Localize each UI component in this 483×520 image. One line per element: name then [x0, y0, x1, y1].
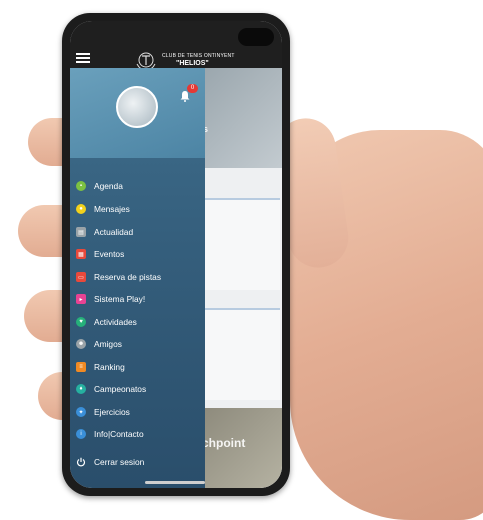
menu-item-label: Cerrar sesion: [94, 457, 145, 467]
menu-item-mensajes[interactable]: ● Mensajes: [76, 200, 201, 218]
chat-icon: ●: [76, 204, 86, 214]
menu-item-actualidad[interactable]: ▤ Actualidad: [76, 223, 201, 241]
play-icon: ▸: [76, 294, 86, 304]
notification-badge: 0: [187, 84, 198, 93]
menu-item-info-contacto[interactable]: i Info|Contacto: [76, 425, 201, 443]
home-indicator: [145, 481, 205, 484]
background-banner: chpoint: [200, 408, 282, 488]
menu-item-label: Eventos: [94, 249, 125, 259]
exercise-icon: ✦: [76, 407, 86, 417]
menu-item-sistema-play[interactable]: ▸ Sistema Play!: [76, 290, 201, 308]
menu-item-ranking[interactable]: ≡ Ranking: [76, 358, 201, 376]
heart-icon: ♥: [76, 317, 86, 327]
navigation-drawer: 0 ▪ Agenda ● Mensajes ▤ Actualidad ▦ Eve…: [70, 68, 205, 488]
menu-item-label: Ejercicios: [94, 407, 130, 417]
menu-item-cerrar-sesion[interactable]: Cerrar sesion: [76, 453, 201, 471]
phone-frame: as chpoint CLUB DE TENIS ONTINYENT "HELI…: [62, 13, 290, 496]
menu-item-reserva-de-pistas[interactable]: ▭ Reserva de pistas: [76, 268, 201, 286]
menu-item-label: Amigos: [94, 339, 122, 349]
phone-screen: as chpoint CLUB DE TENIS ONTINYENT "HELI…: [70, 21, 282, 488]
menu-item-actividades[interactable]: ♥ Actividades: [76, 313, 201, 331]
agenda-icon: ▪: [76, 181, 86, 191]
friends-icon: ☻: [76, 339, 86, 349]
background-banner-title: chpoint: [202, 436, 246, 450]
news-icon: ▤: [76, 227, 86, 237]
ranking-icon: ≡: [76, 362, 86, 372]
club-name-title: "HELIOS": [176, 60, 209, 67]
menu-item-label: Sistema Play!: [94, 294, 146, 304]
power-icon: [76, 457, 86, 467]
menu-item-label: Actividades: [94, 317, 137, 327]
menu-item-label: Actualidad: [94, 227, 134, 237]
menu-item-label: Ranking: [94, 362, 125, 372]
menu-item-campeonatos[interactable]: ♦ Campeonatos: [76, 380, 201, 398]
hamburger-menu-icon[interactable]: [76, 53, 90, 63]
menu-item-amigos[interactable]: ☻ Amigos: [76, 335, 201, 353]
background-card: [200, 308, 280, 400]
menu-item-label: Agenda: [94, 181, 123, 191]
menu-item-eventos[interactable]: ▦ Eventos: [76, 245, 201, 263]
trophy-icon: ♦: [76, 384, 86, 394]
camera-cutout: [238, 28, 274, 46]
menu-item-label: Info|Contacto: [94, 429, 144, 439]
app-top-bar: CLUB DE TENIS ONTINYENT "HELIOS": [70, 21, 282, 71]
background-card: [200, 198, 280, 290]
user-avatar[interactable]: [116, 86, 158, 128]
menu-item-label: Campeonatos: [94, 384, 147, 394]
menu-item-label: Mensajes: [94, 204, 130, 214]
court-icon: ▭: [76, 272, 86, 282]
menu-item-agenda[interactable]: ▪ Agenda: [76, 177, 201, 195]
drawer-header: 0: [70, 68, 205, 158]
club-name-line: CLUB DE TENIS ONTINYENT: [162, 53, 235, 59]
info-icon: i: [76, 429, 86, 439]
menu-item-label: Reserva de pistas: [94, 272, 162, 282]
background-hero-image: as: [198, 68, 282, 168]
calendar-icon: ▦: [76, 249, 86, 259]
background-content: as chpoint: [198, 68, 282, 488]
menu-item-ejercicios[interactable]: ✦ Ejercicios: [76, 403, 201, 421]
